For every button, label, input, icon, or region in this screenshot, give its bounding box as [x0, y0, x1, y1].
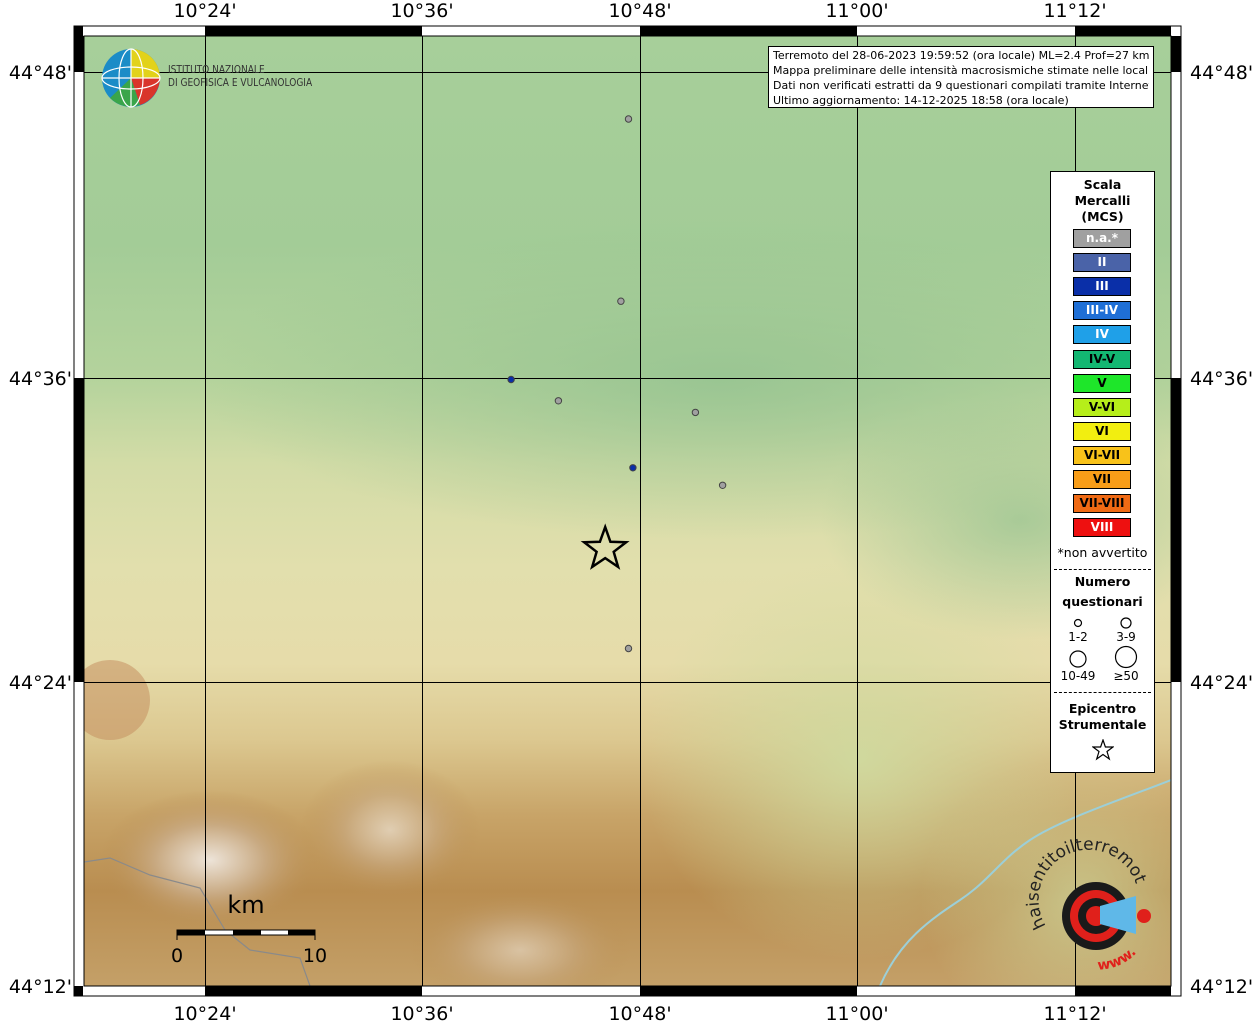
lon-label-bottom: 10°24' [173, 1003, 237, 1025]
event-info-line: Dati non verificati estratti da 9 questi… [773, 79, 1149, 92]
observation-point [718, 481, 727, 489]
legend-title: Scala Mercalli (MCS) [1051, 177, 1154, 225]
logo-line-2: DI GEOFISICA E VULCANOLOGIA [168, 76, 313, 89]
lat-label-left: 44°24' [8, 672, 72, 694]
ingv-logo-text: ISTITUTO NAZIONALE DI GEOFISICA E VULCAN… [168, 63, 312, 89]
legend-swatch: VI-VII [1073, 445, 1131, 465]
observation-point [624, 115, 633, 123]
ingv-logo-icon [101, 48, 161, 108]
lon-label-top: 11°00' [825, 0, 889, 22]
lat-label-right: 44°36' [1190, 368, 1254, 390]
legend-divider [1054, 692, 1151, 693]
legend-divider [1054, 569, 1151, 570]
scale-max: 10 [303, 945, 327, 967]
legend-swatch: IV-V [1073, 349, 1131, 369]
observation-point [554, 397, 563, 405]
event-info-line: Ultimo aggiornamento: 14-12-2025 18:58 (… [773, 94, 1069, 107]
legend-swatch: IV [1073, 325, 1131, 345]
scale-min: 0 [171, 945, 183, 967]
lon-label-top: 10°24' [173, 0, 237, 22]
legend-swatch: VI [1073, 421, 1131, 441]
epicenter-star-icon [1092, 739, 1114, 761]
legend-count-title: questionari [1062, 594, 1143, 609]
observation-point [617, 297, 625, 305]
observation-point [507, 375, 515, 384]
legend-swatch: V-VI [1073, 397, 1131, 417]
legend-swatch: n.a.* [1073, 229, 1131, 248]
lon-label-bottom: 11°12' [1043, 1003, 1107, 1025]
legend-swatch: V [1073, 373, 1131, 393]
lat-label-left: 44°48' [8, 62, 72, 84]
legend-swatch: II [1073, 253, 1131, 273]
event-info-line: Mappa preliminare delle intensità macros… [773, 64, 1149, 77]
lat-label-right: 44°12' [1190, 976, 1254, 998]
legend-epi-title: Epicentro [1068, 701, 1137, 716]
legend-title-line: (MCS) [1081, 209, 1124, 224]
lat-label-left: 44°12' [8, 976, 72, 998]
event-info-line: Terremoto del 28-06-2023 19:59:52 (ora l… [773, 49, 1149, 62]
lon-label-bottom: 10°48' [608, 1003, 672, 1025]
legend: Scala Mercalli (MCS) n.a.* II III III-IV IV I… [1050, 171, 1155, 773]
size-1-2-icon [1073, 618, 1083, 628]
legend-title-line: Scala [1083, 177, 1122, 192]
event-info-box: Terremoto del 28-06-2023 19:59:52 (ora l… [768, 46, 1154, 108]
observation-point [629, 464, 637, 472]
size-label: 10-49 [1060, 669, 1096, 683]
lon-label-bottom: 10°36' [390, 1003, 454, 1025]
lon-label-top: 11°12' [1043, 0, 1107, 22]
legend-note: *non avvertito [1057, 545, 1148, 560]
size-label: 1-2 [1068, 630, 1088, 644]
lon-label-bottom: 11°00' [825, 1003, 889, 1025]
legend-count-title: Numero [1074, 574, 1131, 589]
legend-swatch: III-IV [1073, 301, 1131, 321]
size-3-9-icon [1120, 617, 1132, 629]
legend-epi-title: Strumentale [1058, 717, 1147, 732]
size-10-49-icon [1069, 650, 1087, 668]
legend-swatch: III [1073, 277, 1131, 297]
lon-label-top: 10°48' [608, 0, 672, 22]
legend-swatch: VII [1073, 470, 1131, 489]
size-label: ≥50 [1113, 669, 1139, 683]
lat-label-right: 44°24' [1190, 672, 1254, 694]
lat-label-right: 44°48' [1190, 62, 1254, 84]
lat-label-left: 44°36' [8, 368, 72, 390]
legend-title-line: Mercalli [1074, 193, 1131, 208]
legend-swatch: VII-VIII [1073, 494, 1131, 514]
lon-label-top: 10°36' [390, 0, 454, 22]
size-label: 3-9 [1116, 630, 1136, 644]
logo-line-1: ISTITUTO NAZIONALE [168, 63, 265, 76]
observation-point [691, 408, 700, 417]
legend-swatch: VIII [1073, 518, 1131, 538]
scale-unit: km [227, 891, 264, 919]
observation-point [624, 644, 633, 653]
size-50-icon [1114, 645, 1138, 669]
